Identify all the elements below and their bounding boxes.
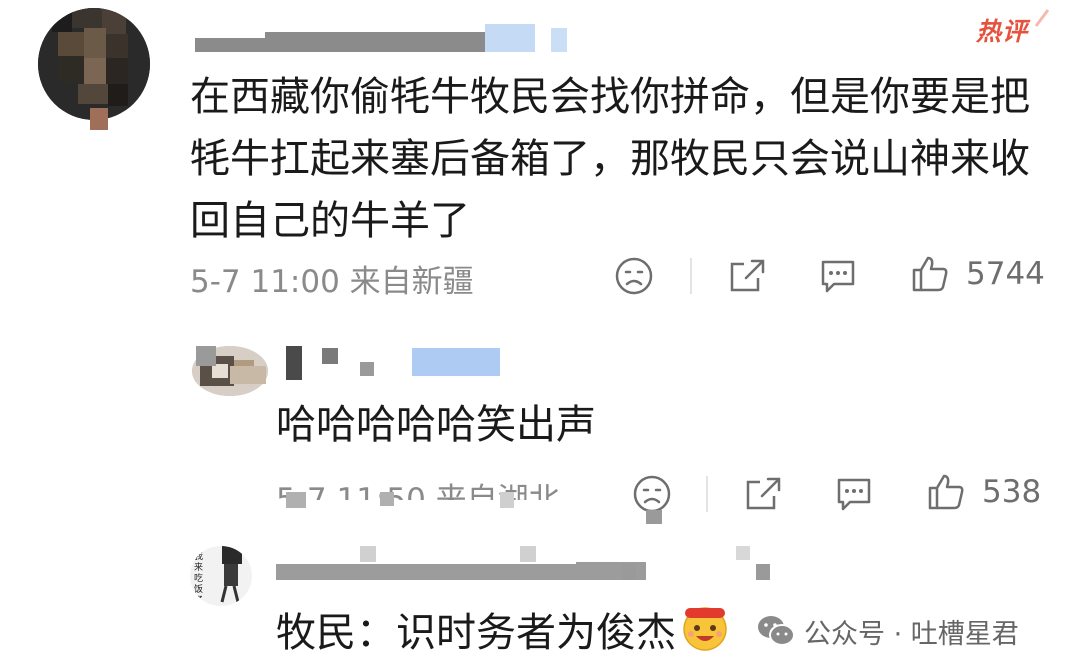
blur-block xyxy=(756,564,770,580)
avatar-fragment xyxy=(90,108,108,130)
hot-comment-badge: 热评 xyxy=(972,8,1052,48)
comment-text: 在西藏你偷牦牛牧民会找你拼命，但是你要是把牦牛扛起来塞后备箱了，那牧民只会说山神… xyxy=(190,74,1030,244)
sad-face-icon[interactable] xyxy=(614,256,654,296)
name-blur-block xyxy=(276,562,646,580)
hot-badge-label: 热评 xyxy=(976,17,1029,46)
blur-block xyxy=(646,510,662,524)
divider xyxy=(690,258,692,294)
third-avatar[interactable]: 我来吃饭了 xyxy=(190,546,252,606)
blur-block xyxy=(360,546,376,562)
watermark-text: 公众号 · 吐槽星君 xyxy=(804,619,1019,650)
wechat-icon xyxy=(758,616,795,646)
comment-icon[interactable] xyxy=(818,256,858,296)
avatar-caption: 我来吃饭了 xyxy=(194,552,204,606)
name-blur-block xyxy=(412,348,500,376)
name-blur-block xyxy=(322,348,338,364)
avatar-figure xyxy=(220,546,242,603)
username-blurred[interactable] xyxy=(195,12,575,54)
comment-meta: 5-7 11:00 来自新疆 xyxy=(190,264,474,300)
cheer-emoji-icon xyxy=(683,607,727,651)
reply-like-count: 538 xyxy=(982,474,1042,510)
name-blur-block xyxy=(230,366,266,384)
thumbs-up-icon[interactable] xyxy=(926,472,966,512)
comment-icon[interactable] xyxy=(834,474,874,514)
blur-block xyxy=(520,546,536,562)
avatar-image xyxy=(38,8,150,120)
share-icon[interactable] xyxy=(744,474,784,514)
blur-block xyxy=(622,564,636,580)
reply-text: 哈哈哈哈哈笑出声 xyxy=(276,402,596,448)
avatar[interactable] xyxy=(38,8,150,120)
share-icon[interactable] xyxy=(728,256,768,296)
flame-icon xyxy=(1034,9,1050,27)
blur-block xyxy=(736,546,750,560)
reply-meta: 5-7 11:50 来自湖北 xyxy=(276,482,560,500)
name-blur-block xyxy=(360,362,374,376)
blur-block xyxy=(380,492,394,506)
third-comment-text: 牧民：识时务者为俊杰 xyxy=(276,610,676,656)
blur-block xyxy=(286,492,306,508)
blur-block xyxy=(500,492,514,508)
divider xyxy=(706,476,708,512)
name-blur-block xyxy=(196,346,216,366)
sad-face-icon[interactable] xyxy=(632,474,672,514)
thumbs-up-icon[interactable] xyxy=(910,254,950,294)
name-blur-block xyxy=(286,346,302,380)
like-count: 5744 xyxy=(966,256,1045,292)
